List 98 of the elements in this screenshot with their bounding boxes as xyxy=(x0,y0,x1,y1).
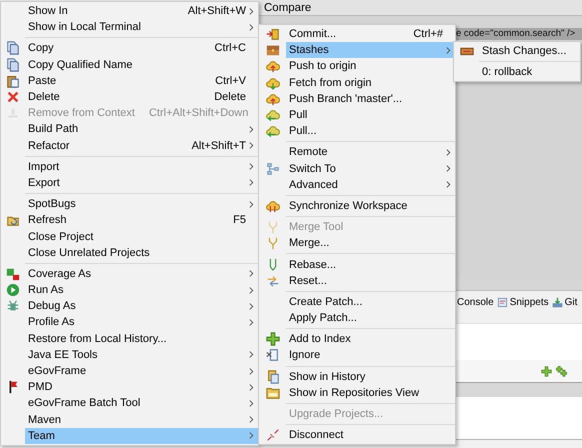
chevron-icon xyxy=(248,142,254,150)
menu-item[interactable]: Fetch from origin xyxy=(286,74,455,91)
menu-item[interactable]: Maven xyxy=(25,412,258,428)
menu-item[interactable]: eGovFrame xyxy=(25,362,258,380)
menu-item[interactable]: Create Patch... xyxy=(286,294,455,310)
view-tab[interactable]: Console xyxy=(457,294,494,310)
plus-icon xyxy=(266,332,280,346)
menu-item[interactable]: 0: rollback xyxy=(479,64,580,80)
chevron-icon xyxy=(446,181,450,188)
folder-icon xyxy=(266,386,280,400)
menu-item[interactable]: Copy Qualified Name xyxy=(25,56,258,73)
view-tab[interactable]: Git xyxy=(552,294,578,310)
chevron-icon xyxy=(248,368,254,375)
sync-icon xyxy=(266,198,280,213)
menu-item[interactable]: Switch To xyxy=(286,160,455,177)
chevron-icon xyxy=(248,400,254,407)
run-icon xyxy=(6,283,20,298)
chest-icon xyxy=(266,43,280,58)
disconnect-icon xyxy=(266,428,280,442)
menu-item[interactable]: Debug As xyxy=(25,298,258,314)
menu-item[interactable]: Java EE Tools xyxy=(25,346,258,363)
compare-label: Compare xyxy=(264,2,312,14)
chevron-icon xyxy=(248,351,254,358)
chevron-icon xyxy=(248,416,254,424)
branches-icon xyxy=(266,162,280,176)
menu-item[interactable]: Refresh F5 xyxy=(25,212,258,228)
menu-item[interactable]: Rebase... xyxy=(286,256,455,273)
menu-item[interactable]: Team xyxy=(25,428,258,444)
cross-icon xyxy=(6,90,20,104)
menu-item[interactable]: Show in Repositories View xyxy=(286,384,455,401)
cloud-upload-icon xyxy=(266,92,280,106)
chevron-icon xyxy=(446,165,450,172)
document-icon xyxy=(266,348,280,362)
history-icon xyxy=(266,370,280,384)
documents-icon xyxy=(6,41,20,56)
menu-item[interactable]: Copy Ctrl+C xyxy=(25,40,258,57)
menu-item[interactable]: Commit... Ctrl+# xyxy=(286,26,455,42)
menu-item[interactable]: Refactor Alt+Shift+T xyxy=(25,138,258,154)
coverage-icon xyxy=(6,266,20,281)
cloud-pull-icon xyxy=(266,108,280,122)
chevron-icon xyxy=(248,126,254,133)
menu-item[interactable]: Push Branch 'master'... xyxy=(286,90,455,107)
bug-icon xyxy=(6,299,20,314)
menu-item[interactable]: Delete Delete xyxy=(25,88,258,106)
menu-item[interactable]: Reset... xyxy=(286,272,455,289)
chevron-icon xyxy=(248,24,254,31)
menu-item[interactable]: Synchronize Workspace xyxy=(286,198,455,214)
menu-item[interactable]: Profile As xyxy=(25,314,258,331)
chevron-icon xyxy=(248,8,254,15)
menu-item[interactable]: eGovFrame Batch Tool xyxy=(25,395,258,412)
menu-item[interactable]: Stash Changes... xyxy=(479,43,580,60)
chevron-icon xyxy=(446,46,450,54)
menu-item[interactable]: Close Project xyxy=(25,228,258,245)
plus-icon[interactable] xyxy=(541,366,552,376)
chevron-icon xyxy=(248,200,254,208)
menu-item[interactable]: Export xyxy=(25,174,258,192)
menu-item[interactable]: Add to Index xyxy=(286,331,455,348)
chevron-icon xyxy=(248,432,254,440)
chevron-icon xyxy=(248,318,254,326)
double-plus-icon[interactable] xyxy=(556,366,567,376)
menu-item[interactable]: Show in History xyxy=(286,368,455,385)
menu-item[interactable]: Advanced xyxy=(286,176,455,193)
menu-item[interactable]: Push to origin xyxy=(286,58,455,75)
menu-item[interactable]: Paste Ctrl+V xyxy=(25,72,258,89)
chevron-icon xyxy=(248,384,254,391)
cloud-pull-icon xyxy=(266,124,280,138)
view-tab[interactable]: Snippets xyxy=(496,294,549,310)
menu-item[interactable]: Merge... xyxy=(286,235,455,252)
menu-item[interactable]: Remote xyxy=(286,144,455,160)
chevron-icon xyxy=(248,270,254,278)
cloud-upload-icon xyxy=(266,59,280,74)
menu-item[interactable]: Run As xyxy=(25,282,258,298)
arrows-icon xyxy=(266,274,280,288)
menu-item[interactable]: Import xyxy=(25,158,258,175)
menu-item[interactable]: Build Path xyxy=(25,121,258,138)
menu-item[interactable]: Ignore xyxy=(286,347,455,364)
clipboard-icon xyxy=(6,74,20,88)
menu-item[interactable]: Coverage As xyxy=(25,266,258,282)
menu-item[interactable]: PMD xyxy=(25,379,258,396)
menu-item[interactable]: SpotBugs xyxy=(25,196,258,212)
cloud-download-icon xyxy=(266,76,280,90)
documents-icon xyxy=(6,58,20,72)
download-icon xyxy=(552,296,563,308)
menu-item[interactable]: Show In Alt+Shift+W xyxy=(25,3,258,20)
menu-item[interactable]: Disconnect xyxy=(286,427,455,444)
commit-icon xyxy=(266,27,280,42)
menu-item[interactable]: Apply Patch... xyxy=(286,310,455,326)
chevron-icon xyxy=(248,179,254,186)
menu-item[interactable]: Close Unrelated Projects xyxy=(25,244,258,261)
chevron-icon xyxy=(248,302,254,310)
menu-item[interactable]: Pull... xyxy=(286,123,455,140)
chevron-icon xyxy=(248,163,254,170)
menu-item[interactable]: Restore from Local History... xyxy=(25,330,258,347)
menu-item[interactable]: Pull xyxy=(286,106,455,124)
chevron-icon xyxy=(446,148,450,156)
snippets-icon xyxy=(496,296,508,308)
chevron-icon xyxy=(248,286,254,294)
menu-item[interactable]: Show in Local Terminal xyxy=(25,19,258,36)
